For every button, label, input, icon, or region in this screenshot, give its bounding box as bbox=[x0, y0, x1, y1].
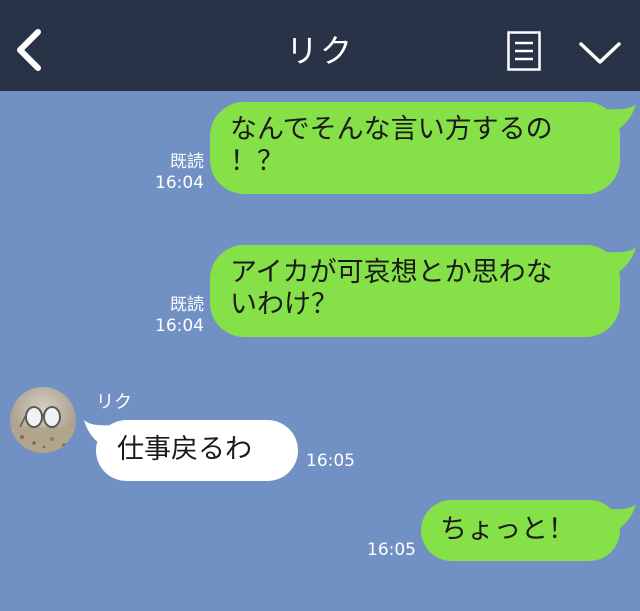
dropdown-button[interactable] bbox=[578, 38, 622, 68]
message-text-line: なんでそんな言い方するの bbox=[230, 114, 553, 145]
message-bubble[interactable]: なんでそんな言い方するの ！？ bbox=[210, 102, 620, 194]
menu-list-icon bbox=[507, 31, 541, 71]
menu-button[interactable] bbox=[507, 31, 541, 71]
message-time: 16:05 bbox=[367, 540, 416, 560]
message-bubble[interactable]: ちょっと！ bbox=[421, 500, 620, 561]
sender-name: リク bbox=[96, 392, 132, 413]
message-text-line: アイカが可哀想とか思わな bbox=[230, 257, 553, 288]
read-receipt: 既読 bbox=[170, 152, 204, 172]
avatar-photo bbox=[10, 387, 76, 453]
message-text-line: いわけ？ bbox=[230, 289, 338, 320]
message-text-line: ！？ bbox=[230, 146, 284, 177]
chevron-left-icon bbox=[17, 29, 41, 71]
message-time: 16:05 bbox=[306, 451, 355, 471]
back-button[interactable] bbox=[12, 28, 46, 72]
message-status: 既読 16:04 bbox=[150, 295, 204, 337]
message-text-line: 仕事戻るわ bbox=[117, 434, 252, 465]
message-bubble[interactable]: アイカが可哀想とか思わな いわけ？ bbox=[210, 245, 620, 337]
message-time: 16:04 bbox=[155, 173, 204, 193]
message-text-line: ちょっと！ bbox=[440, 514, 575, 545]
message-status: 既読 16:04 bbox=[150, 152, 204, 194]
chat-header: リク bbox=[0, 0, 640, 91]
avatar[interactable] bbox=[10, 387, 76, 453]
message-bubble[interactable]: 仕事戻るわ bbox=[96, 420, 298, 481]
chat-title: リク bbox=[285, 32, 354, 70]
chevron-down-icon bbox=[579, 42, 621, 64]
message-time: 16:04 bbox=[155, 316, 204, 336]
read-receipt: 既読 bbox=[170, 295, 204, 315]
